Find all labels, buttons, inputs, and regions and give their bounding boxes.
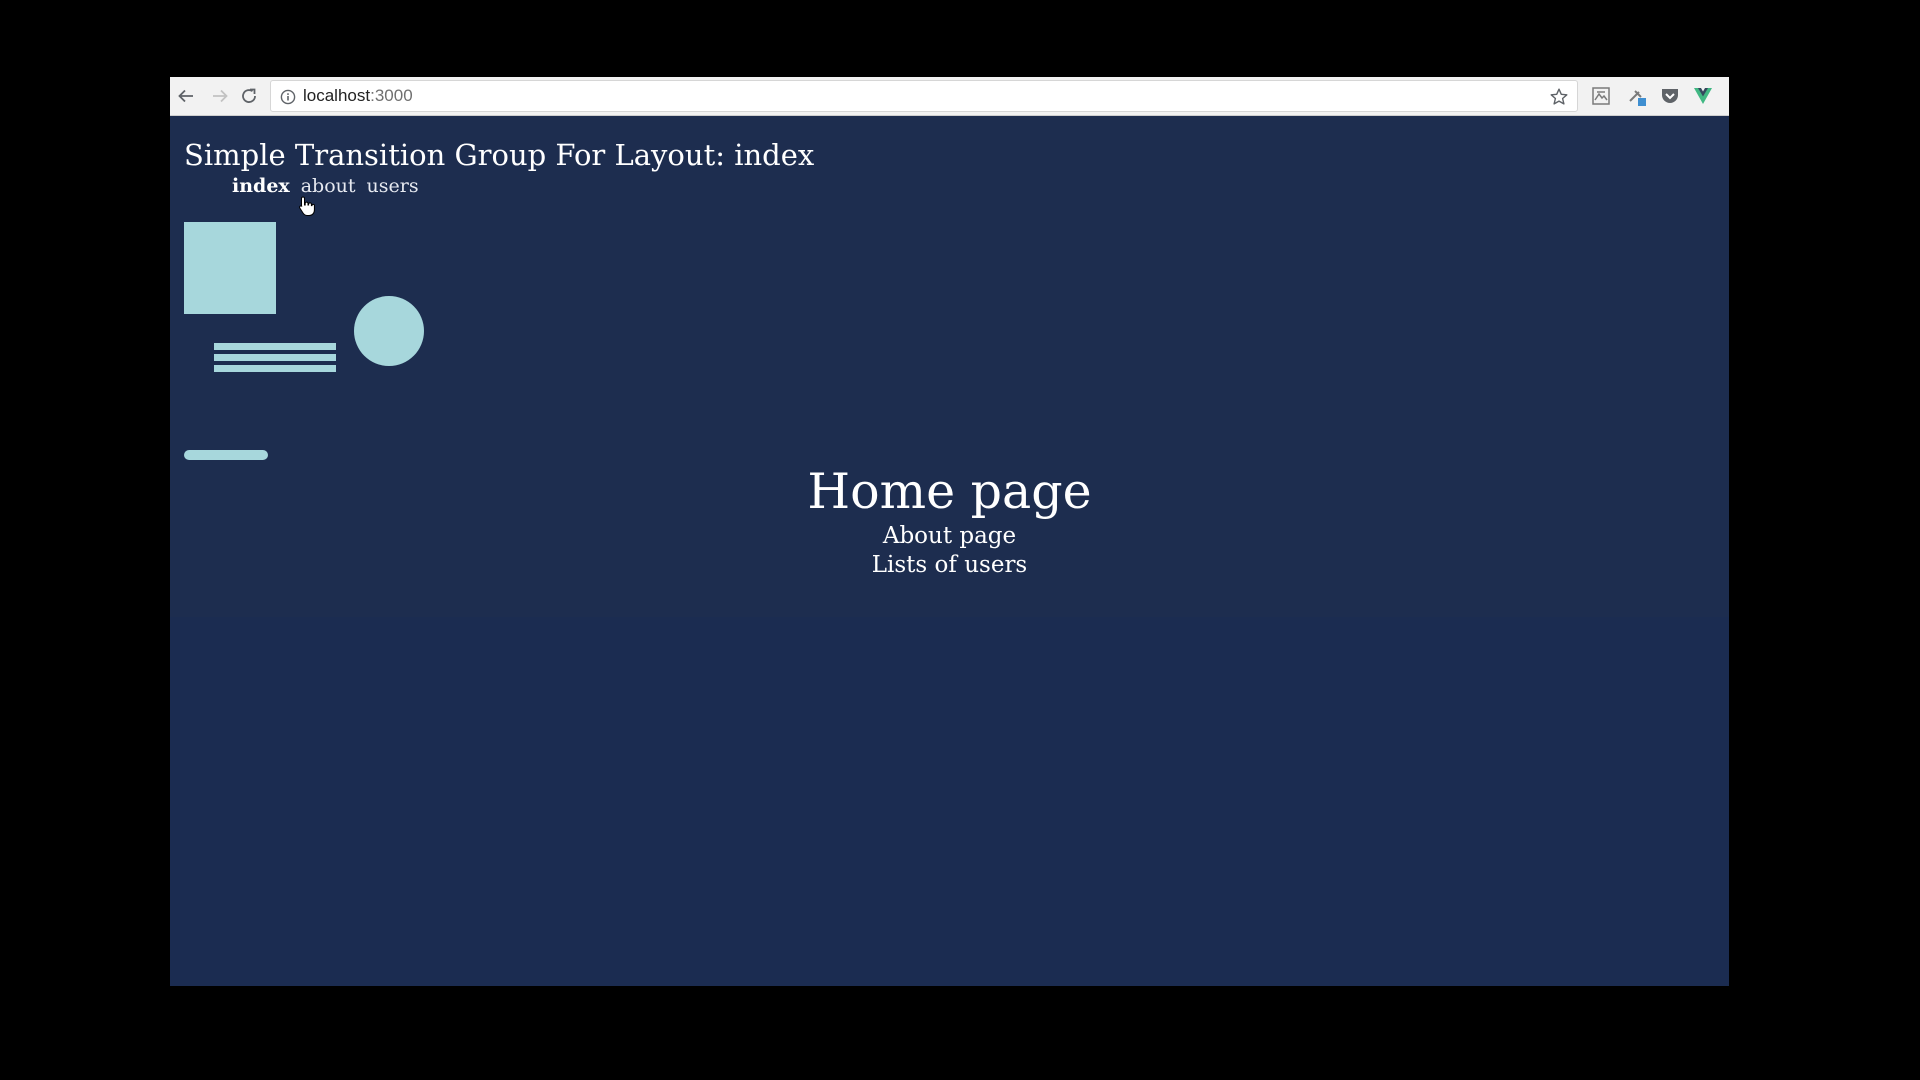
hand-cursor-icon bbox=[299, 196, 315, 216]
arrow-right-icon[interactable] bbox=[207, 83, 233, 109]
browser-window: localhost:3000 Simple Transition Group F… bbox=[170, 77, 1729, 986]
nav-link-index[interactable]: index bbox=[232, 175, 290, 197]
reload-icon[interactable] bbox=[236, 83, 262, 109]
nav-link-about[interactable]: about bbox=[301, 175, 356, 197]
main-content: Home page About page Lists of users bbox=[170, 462, 1729, 580]
url-host: localhost bbox=[303, 86, 371, 105]
page-lower-band bbox=[170, 617, 1729, 986]
url-text[interactable]: localhost:3000 bbox=[303, 81, 413, 111]
url-port: :3000 bbox=[370, 86, 413, 105]
nav-link-users[interactable]: users bbox=[367, 175, 419, 197]
browser-toolbar: localhost:3000 bbox=[170, 77, 1729, 116]
page-heading: Home page bbox=[807, 463, 1092, 520]
extension-icon-2[interactable] bbox=[1626, 85, 1648, 107]
placeholder-pill bbox=[184, 450, 268, 460]
vue-devtools-icon[interactable] bbox=[1692, 85, 1714, 107]
page-content: Simple Transition Group For Layout: inde… bbox=[170, 116, 1729, 986]
layout-nav: index about users bbox=[232, 175, 419, 197]
pocket-icon[interactable] bbox=[1659, 85, 1681, 107]
arrow-left-icon[interactable] bbox=[173, 83, 199, 109]
info-icon[interactable] bbox=[280, 89, 296, 105]
site-title: Simple Transition Group For Layout: inde… bbox=[184, 138, 815, 172]
placeholder-square bbox=[184, 222, 276, 314]
placeholder-line bbox=[214, 365, 336, 372]
extension-icon-1[interactable] bbox=[1590, 85, 1612, 107]
star-icon[interactable] bbox=[1549, 87, 1569, 107]
placeholder-line bbox=[214, 354, 336, 361]
address-bar[interactable]: localhost:3000 bbox=[270, 80, 1578, 112]
users-list-link[interactable]: Lists of users bbox=[170, 551, 1729, 580]
placeholder-text-lines bbox=[214, 343, 336, 376]
placeholder-circle bbox=[354, 296, 424, 366]
about-page-link[interactable]: About page bbox=[170, 522, 1729, 551]
placeholder-line bbox=[214, 343, 336, 350]
